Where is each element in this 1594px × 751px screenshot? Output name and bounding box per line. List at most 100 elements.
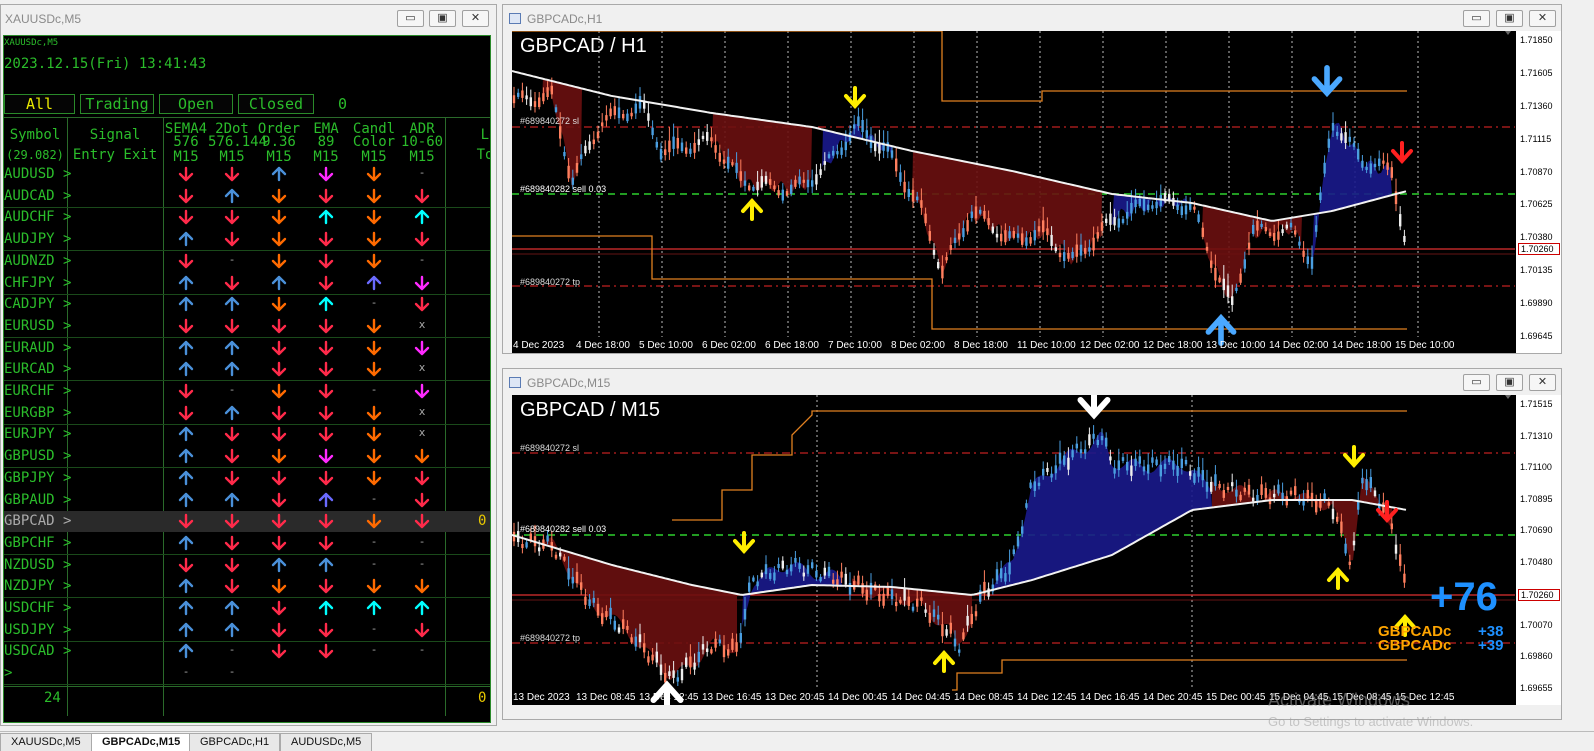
arrow-down-icon	[271, 492, 287, 507]
candle-body	[764, 175, 768, 184]
minimize-button[interactable]: ▭	[1463, 374, 1490, 391]
candle-body	[1151, 205, 1154, 209]
symbol-eurcad[interactable]: EURCAD >	[4, 359, 71, 380]
minimize-button[interactable]: ▭	[1463, 10, 1490, 27]
candle-body	[1193, 206, 1196, 210]
arrow-stroke	[1311, 65, 1343, 98]
h1-titlebar[interactable]: GBPCADc,H1 ▭ ▣ ✕	[503, 5, 1561, 31]
symbol-gbpcad[interactable]: GBPCAD >	[4, 511, 71, 532]
symbol-usdchf[interactable]: USDCHF >	[4, 598, 71, 619]
candle-body	[714, 638, 717, 648]
dashboard-window: XAUUSDc,M5 ▭ ▣ ✕ XAUUSDc,M5 2023.12.15(F…	[0, 4, 497, 726]
arrow-up-icon	[178, 492, 194, 507]
symbol-audchf[interactable]: AUDCHF >	[4, 207, 71, 228]
profit-row-2-symbol: GBPCADc	[1378, 637, 1452, 654]
candle-body	[773, 185, 776, 190]
candle-body	[1088, 247, 1091, 252]
arrow-up-icon	[178, 340, 194, 355]
symbol-gbpchf[interactable]: GBPCHF >	[4, 533, 71, 554]
candle-body	[580, 154, 583, 160]
close-button[interactable]: ✕	[1529, 374, 1556, 391]
arrow-down-icon	[271, 427, 287, 442]
symbol-eurgbp[interactable]: EURGBP >	[4, 403, 71, 424]
symbol-usdjpy[interactable]: USDJPY >	[4, 620, 71, 641]
symbol-chfjpy[interactable]: CHFJPY >	[4, 273, 71, 294]
column-divider	[445, 118, 446, 716]
arrow-down-icon	[414, 448, 430, 464]
filter-tab-closed[interactable]: Closed	[238, 94, 314, 114]
header-divider	[4, 117, 490, 118]
symbol-gbpjpy[interactable]: GBPJPY >	[4, 468, 71, 489]
symbol-cadjpy[interactable]: CADJPY >	[4, 294, 71, 315]
candle-body	[748, 185, 751, 191]
candle-body	[731, 638, 734, 650]
symbol-eurusd[interactable]: EURUSD >	[4, 316, 71, 337]
candle-body	[1373, 490, 1377, 497]
candle-body	[1025, 503, 1028, 508]
maximize-button[interactable]: ▣	[1496, 10, 1523, 27]
candle-body	[735, 162, 738, 173]
col-header-1-l2: 576.144	[208, 134, 268, 150]
candle-body	[1403, 235, 1406, 242]
m15-price-axis[interactable]: 1.71515 1.71310 1.71100 1.70895 1.70690 1.704…	[1515, 395, 1561, 705]
filter-tab-trading[interactable]: Trading	[80, 94, 154, 114]
symbol-usdcad[interactable]: USDCAD >	[4, 641, 71, 662]
dashboard-titlebar[interactable]: XAUUSDc,M5 ▭ ▣ ✕	[1, 5, 496, 31]
symbol-gbpusd[interactable]: GBPUSD >	[4, 446, 71, 467]
m15-chart[interactable]: GBPCAD / M15 #689840272 sl #689840282 se…	[512, 395, 1515, 705]
h1-chart[interactable]: GBPCAD / H1 #689840272 sl #689840282 sel…	[512, 31, 1515, 353]
arrow-stroke	[1077, 395, 1111, 420]
symbol-eurjpy[interactable]: EURJPY >	[4, 424, 71, 445]
candle-body	[907, 188, 910, 198]
symbol-nzdjpy[interactable]: NZDJPY >	[4, 576, 71, 597]
candle-body	[1294, 230, 1297, 235]
arrow-down-icon	[414, 340, 430, 355]
symbol-eurchf[interactable]: EURCHF >	[4, 381, 71, 402]
symbol-euraud[interactable]: EURAUD >	[4, 338, 71, 359]
close-button[interactable]: ✕	[462, 10, 489, 27]
candle-body	[970, 211, 973, 218]
candle-body	[697, 139, 700, 145]
dashboard-panel: XAUUSDc,M5 2023.12.15(Fri) 13:41:43 All T…	[3, 35, 491, 723]
tab-gbpcad-m15[interactable]: GBPCADc,M15	[91, 733, 192, 751]
arrow-up-icon	[271, 557, 287, 572]
candle-body	[937, 262, 940, 269]
candle-body	[685, 657, 688, 667]
current-price-label: 1.70260	[1518, 589, 1560, 601]
arrow-down-icon	[271, 513, 287, 529]
symbol-blank[interactable]: >	[4, 663, 12, 684]
symbol-gbpaud[interactable]: GBPAUD >	[4, 490, 71, 511]
m15-titlebar[interactable]: GBPCADc,M15 ▭ ▣ ✕	[503, 369, 1561, 395]
footer-count: 24	[44, 690, 61, 706]
symbol-audnzd[interactable]: AUDNZD >	[4, 251, 71, 272]
symbol-nzdusd[interactable]: NZDUSD >	[4, 555, 71, 576]
price-tick-label: 1.69860	[1520, 651, 1553, 662]
arrow-up-icon	[178, 448, 194, 464]
arrow-down-icon	[271, 318, 287, 334]
time-axis-label: 14 Dec 00:45	[828, 692, 888, 703]
candle-body	[1222, 490, 1225, 498]
minimize-button[interactable]: ▭	[397, 10, 424, 27]
tab-xauusd-m5[interactable]: XAUUSDc,M5	[0, 733, 92, 751]
candle-body	[1050, 473, 1053, 478]
symbol-audcad[interactable]: AUDCAD >	[4, 186, 71, 207]
symbol-audusd[interactable]: AUDUSD >	[4, 164, 71, 185]
candle-body	[1323, 162, 1326, 174]
tab-gbpcad-h1[interactable]: GBPCADc,H1	[189, 733, 281, 751]
maximize-button[interactable]: ▣	[1496, 374, 1523, 391]
dash-icon: -	[370, 556, 378, 570]
tab-audusd-m5[interactable]: AUDUSDc,M5	[280, 733, 373, 751]
h1-price-axis[interactable]: 1.71850 1.71605 1.71360 1.71115 1.70870 1.706…	[1515, 31, 1561, 353]
time-axis-label: 15 Dec 10:00	[1395, 340, 1455, 351]
filter-tab-open[interactable]: Open	[159, 94, 233, 114]
time-axis-label: 6 Dec 02:00	[702, 340, 756, 351]
symbol-audjpy[interactable]: AUDJPY >	[4, 229, 71, 250]
candle-body	[748, 582, 751, 592]
close-button[interactable]: ✕	[1529, 10, 1556, 27]
filter-tab-all[interactable]: All	[4, 94, 75, 114]
candle-body	[1172, 460, 1175, 470]
m15-tp-label: #689840272 tp	[520, 633, 581, 643]
maximize-button[interactable]: ▣	[429, 10, 456, 27]
arrow-up-icon	[178, 579, 194, 594]
candle-body	[886, 587, 889, 596]
